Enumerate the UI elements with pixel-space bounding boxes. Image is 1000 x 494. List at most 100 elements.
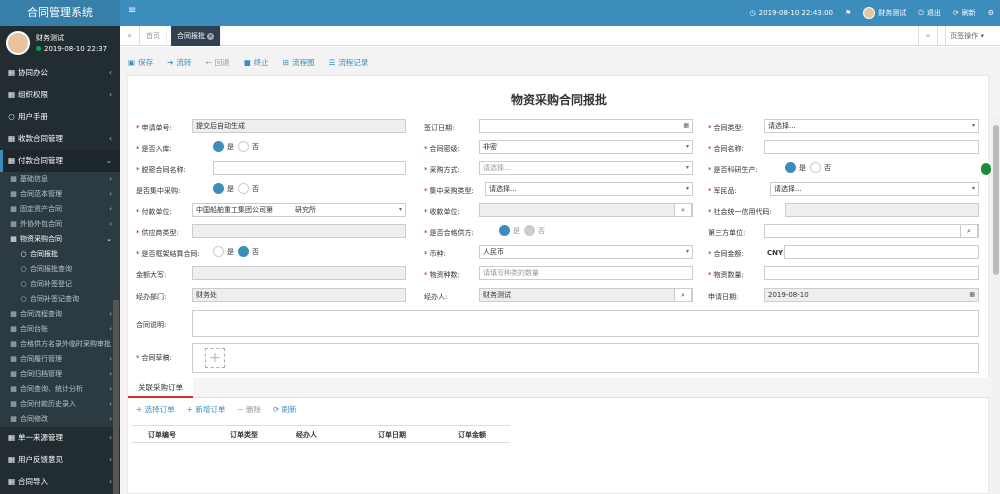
military-select[interactable]: 请选择... ▾ (770, 182, 979, 196)
amount-input[interactable] (784, 245, 979, 259)
sidebar-subsubitem[interactable]: ○ 合同补签记查询 (0, 292, 120, 307)
logout-button[interactable]: ⏻ 退出 (918, 8, 941, 18)
secret-select[interactable]: 非密 ▾ (479, 140, 693, 154)
sidebar-subitem[interactable]: ▦ 合同范本管理 ‹ (0, 187, 120, 202)
grid-icon: ▦ (10, 310, 17, 318)
qty-input[interactable] (764, 266, 979, 280)
search-icon[interactable]: ⌕ (674, 204, 692, 216)
save-button[interactable]: ▣ 保存 (128, 57, 153, 68)
search-icon[interactable]: ⌕ (960, 225, 978, 237)
sidebar-subsubitem[interactable]: ○ 合同报批查询 (0, 262, 120, 277)
sidebar-subitem[interactable]: ▦ 外协外包合同 ‹ (0, 217, 120, 232)
central-label: 是否集中采购: (136, 187, 181, 195)
central-radio-yes[interactable]: 是 (213, 183, 234, 194)
sidebar-item-manual[interactable]: ○ 用户手册 (0, 106, 120, 128)
central-type-select[interactable]: 请选择... ▾ (485, 182, 693, 196)
calendar-icon[interactable]: ▦ (683, 120, 689, 132)
user-menu[interactable]: 财务测试 (863, 7, 906, 19)
sidebar-item-import[interactable]: ▦ 合同导入 ‹ (0, 471, 120, 493)
user-panel: 财务测试 2019-08-10 22:37 (0, 26, 120, 62)
grid-icon: ▦ (10, 175, 17, 183)
contract-name-input[interactable] (764, 140, 979, 154)
third-party-input[interactable]: ⌕ (764, 224, 979, 238)
search-icon[interactable]: ⌕ (674, 289, 692, 301)
orders-table-header: 订单编号 订单类型 经办人 订单日期 订单金额 (132, 425, 510, 443)
apply-no-label: * 申请单号: (136, 124, 172, 132)
sidebar-subsubitem-approval[interactable]: ○ 合同报批 (0, 247, 120, 262)
menu-toggle-icon[interactable]: ≡ (128, 5, 136, 16)
sidebar-item-org[interactable]: ▦ 组织权限 ‹ (0, 84, 120, 106)
sidebar-subitem[interactable]: ▦ 合同付款历史录入 ‹ (0, 397, 120, 412)
sidebar-subsubitem[interactable]: ○ 合同补签登记 (0, 277, 120, 292)
orders-tab[interactable]: 关联采购订单 (128, 378, 193, 398)
sidebar-item-feedback[interactable]: ▦ 用户反馈意见 ‹ (0, 449, 120, 471)
upload-plus-icon[interactable]: + (205, 348, 225, 368)
tab-ops-dropdown[interactable]: 页签操作 ▾ (945, 26, 988, 46)
contract-type-label: * 合同类型: (708, 124, 744, 132)
arrow-left-icon: ← (205, 58, 212, 67)
contract-type-select[interactable]: 请选择... ▾ (764, 119, 979, 133)
sign-date-input[interactable]: ▦ (479, 119, 693, 133)
sidebar-subitem[interactable]: ▦ 合同修改 ‹ (0, 412, 120, 427)
select-order-button[interactable]: + 选择订单 (136, 404, 175, 415)
sidebar-item-coop[interactable]: ▦ 协同办公 ‹ (0, 62, 120, 84)
recv-unit-input[interactable]: ⌕ (479, 203, 693, 217)
flowlog-button[interactable]: ☰ 流程记录 (329, 57, 369, 68)
tab-next-button[interactable]: » (918, 26, 938, 46)
sidebar-scrollbar[interactable] (113, 300, 119, 494)
currency-select[interactable]: 人民币 ▾ (479, 245, 693, 259)
framework-radio-no[interactable]: 否 (238, 246, 259, 257)
central-radio-no[interactable]: 否 (238, 183, 259, 194)
circle-icon: ○ (20, 265, 27, 273)
sidebar-subitem[interactable]: ▦ 基础信息 ‹ (0, 172, 120, 187)
circle-icon: ○ (20, 280, 27, 288)
handler-field[interactable]: 财务测试 ⌕ (479, 288, 693, 302)
sidebar-subitem[interactable]: ▦ 合同台账 ‹ (0, 322, 120, 337)
sidebar-subitem[interactable]: ▦ 固定资产合同 ‹ (0, 202, 120, 217)
tab-home[interactable]: 首页 (140, 26, 167, 46)
sidebar-item-receipt[interactable]: ▦ 收款合同管理 ‹ (0, 128, 120, 150)
tab-prev-button[interactable]: « (120, 26, 140, 46)
purchase-mode-select[interactable]: 请选择... ▾ (479, 161, 693, 175)
qualified-radio-yes[interactable]: 是 (499, 225, 520, 236)
add-order-button[interactable]: + 新增订单 (187, 404, 226, 415)
plus-icon: + (136, 405, 145, 414)
settings-icon[interactable]: ⚙ (988, 9, 994, 17)
sidebar-subitem[interactable]: ▦ 合同归档管理 ‹ (0, 367, 120, 382)
sidebar-subitem[interactable]: ▦ 合同查询、统计分析 ‹ (0, 382, 120, 397)
transfer-button[interactable]: ➔ 流转 (167, 57, 191, 68)
storage-radio-yes[interactable]: 是 (213, 141, 234, 152)
sidebar-subitem-material[interactable]: ▦ 物资采购合同 ⌄ (0, 232, 120, 247)
refresh-icon: ⟳ (273, 405, 282, 414)
delete-order-button[interactable]: − 删除 (237, 404, 261, 415)
purchase-mode-label: * 采购方式: (424, 166, 460, 174)
framework-radio-yes[interactable]: 是 (213, 246, 234, 257)
help-float-icon[interactable] (980, 162, 992, 176)
third-label: 第三方单位: (708, 229, 746, 237)
storage-radio-no[interactable]: 否 (238, 141, 259, 152)
refresh-button[interactable]: ⟳ 刷新 (953, 8, 976, 18)
kinds-input[interactable]: 请填写种类的数量 (479, 266, 693, 280)
back-button[interactable]: ← 回退 (205, 57, 229, 68)
user-status: 2019-08-10 22:37 (36, 45, 107, 53)
desec-name-input[interactable] (213, 161, 406, 175)
tab-contract-approval[interactable]: 合同报批 × (171, 26, 221, 46)
research-radio-yes[interactable]: 是 (785, 162, 806, 173)
desc-textarea[interactable] (192, 310, 979, 337)
stop-button[interactable]: ■ 终止 (244, 57, 269, 68)
research-radio-no[interactable]: 否 (810, 162, 831, 173)
sidebar-subitem[interactable]: ▦ 合同履行管理 ‹ (0, 352, 120, 367)
payment-submenu: ▦ 基础信息 ‹ ▦ 合同范本管理 ‹ ▦ 固定资产合同 ‹ ▦ 外协外包合同 ‹ ▦ 物资采购合… (0, 172, 120, 427)
refresh-orders-button[interactable]: ⟳ 刷新 (273, 404, 297, 415)
sidebar-item-payment[interactable]: ▦ 付款合同管理 ⌄ (0, 150, 120, 172)
main-scrollbar[interactable] (992, 115, 1000, 494)
flowchart-button[interactable]: ⊞ 流程图 (283, 57, 315, 68)
sidebar-subitem[interactable]: ▦ 合同流程查询 ‹ (0, 307, 120, 322)
sidebar-item-single-source[interactable]: ▦ 单一来源管理 ‹ (0, 427, 120, 449)
pay-unit-select[interactable]: 中国船舶重工集团公司第 研究所 ▾ (192, 203, 406, 217)
close-icon[interactable]: × (207, 33, 214, 40)
grid-icon: ▦ (10, 235, 17, 243)
sidebar-subitem[interactable]: ▦ 合格供方名录外临时采购审批 (0, 337, 120, 352)
flag-icon[interactable]: ⚑ (845, 9, 851, 17)
qualified-radio-no[interactable]: 否 (524, 225, 545, 236)
